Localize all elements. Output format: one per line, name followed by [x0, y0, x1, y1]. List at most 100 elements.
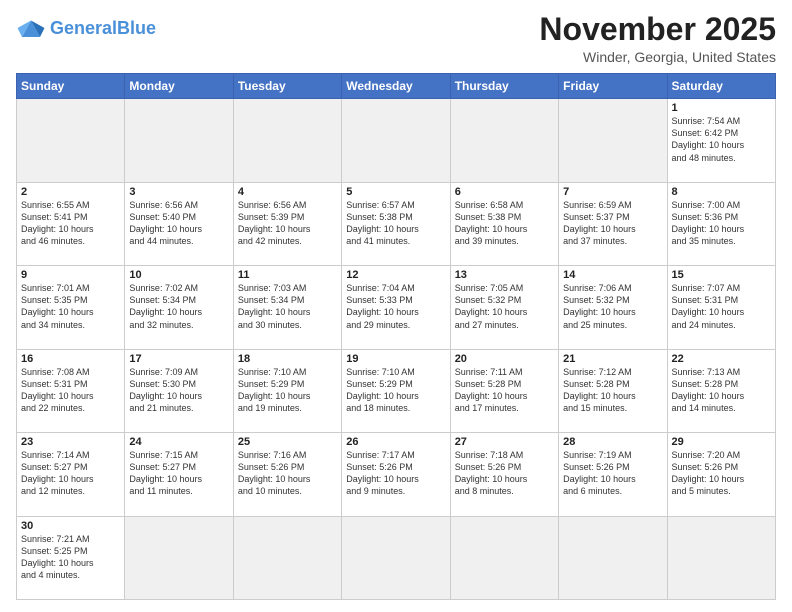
logo-blue: Blue [117, 18, 156, 38]
day-number: 11 [238, 269, 337, 281]
calendar-cell: 30Sunrise: 7:21 AM Sunset: 5:25 PM Dayli… [17, 516, 125, 599]
calendar-week-0: 1Sunrise: 7:54 AM Sunset: 6:42 PM Daylig… [17, 99, 776, 182]
day-number: 24 [129, 436, 228, 448]
day-number: 23 [21, 436, 120, 448]
calendar-cell: 14Sunrise: 7:06 AM Sunset: 5:32 PM Dayli… [559, 266, 667, 349]
day-number: 9 [21, 269, 120, 281]
weekday-header-monday: Monday [125, 74, 233, 99]
logo-general: General [50, 18, 117, 38]
day-number: 21 [563, 353, 662, 365]
day-number: 12 [346, 269, 445, 281]
day-info: Sunrise: 6:55 AM Sunset: 5:41 PM Dayligh… [21, 199, 120, 248]
calendar-cell: 19Sunrise: 7:10 AM Sunset: 5:29 PM Dayli… [342, 349, 450, 432]
calendar-cell: 16Sunrise: 7:08 AM Sunset: 5:31 PM Dayli… [17, 349, 125, 432]
day-info: Sunrise: 7:05 AM Sunset: 5:32 PM Dayligh… [455, 282, 554, 331]
calendar-cell: 1Sunrise: 7:54 AM Sunset: 6:42 PM Daylig… [667, 99, 775, 182]
day-info: Sunrise: 7:17 AM Sunset: 5:26 PM Dayligh… [346, 449, 445, 498]
calendar-body: 1Sunrise: 7:54 AM Sunset: 6:42 PM Daylig… [17, 99, 776, 600]
calendar-cell: 6Sunrise: 6:58 AM Sunset: 5:38 PM Daylig… [450, 182, 558, 265]
calendar-week-3: 16Sunrise: 7:08 AM Sunset: 5:31 PM Dayli… [17, 349, 776, 432]
day-number: 27 [455, 436, 554, 448]
calendar-cell: 7Sunrise: 6:59 AM Sunset: 5:37 PM Daylig… [559, 182, 667, 265]
calendar-cell [233, 516, 341, 599]
header: GeneralBlue November 2025 Winder, Georgi… [16, 12, 776, 65]
day-number: 5 [346, 186, 445, 198]
logo: GeneralBlue [16, 16, 156, 40]
calendar-cell: 9Sunrise: 7:01 AM Sunset: 5:35 PM Daylig… [17, 266, 125, 349]
weekday-header-thursday: Thursday [450, 74, 558, 99]
day-info: Sunrise: 7:07 AM Sunset: 5:31 PM Dayligh… [672, 282, 771, 331]
day-info: Sunrise: 7:02 AM Sunset: 5:34 PM Dayligh… [129, 282, 228, 331]
day-info: Sunrise: 7:15 AM Sunset: 5:27 PM Dayligh… [129, 449, 228, 498]
day-info: Sunrise: 7:12 AM Sunset: 5:28 PM Dayligh… [563, 366, 662, 415]
location: Winder, Georgia, United States [539, 49, 776, 65]
day-info: Sunrise: 7:19 AM Sunset: 5:26 PM Dayligh… [563, 449, 662, 498]
calendar-cell: 15Sunrise: 7:07 AM Sunset: 5:31 PM Dayli… [667, 266, 775, 349]
day-info: Sunrise: 7:14 AM Sunset: 5:27 PM Dayligh… [21, 449, 120, 498]
day-info: Sunrise: 6:58 AM Sunset: 5:38 PM Dayligh… [455, 199, 554, 248]
day-info: Sunrise: 7:00 AM Sunset: 5:36 PM Dayligh… [672, 199, 771, 248]
calendar-cell: 4Sunrise: 6:56 AM Sunset: 5:39 PM Daylig… [233, 182, 341, 265]
calendar-cell: 29Sunrise: 7:20 AM Sunset: 5:26 PM Dayli… [667, 433, 775, 516]
day-number: 29 [672, 436, 771, 448]
calendar: SundayMondayTuesdayWednesdayThursdayFrid… [16, 73, 776, 600]
calendar-cell [342, 516, 450, 599]
calendar-cell: 17Sunrise: 7:09 AM Sunset: 5:30 PM Dayli… [125, 349, 233, 432]
calendar-cell: 28Sunrise: 7:19 AM Sunset: 5:26 PM Dayli… [559, 433, 667, 516]
calendar-cell: 11Sunrise: 7:03 AM Sunset: 5:34 PM Dayli… [233, 266, 341, 349]
calendar-cell: 21Sunrise: 7:12 AM Sunset: 5:28 PM Dayli… [559, 349, 667, 432]
day-number: 1 [672, 102, 771, 114]
calendar-cell: 25Sunrise: 7:16 AM Sunset: 5:26 PM Dayli… [233, 433, 341, 516]
calendar-cell [667, 516, 775, 599]
day-info: Sunrise: 6:59 AM Sunset: 5:37 PM Dayligh… [563, 199, 662, 248]
calendar-cell: 5Sunrise: 6:57 AM Sunset: 5:38 PM Daylig… [342, 182, 450, 265]
day-info: Sunrise: 7:20 AM Sunset: 5:26 PM Dayligh… [672, 449, 771, 498]
day-info: Sunrise: 7:13 AM Sunset: 5:28 PM Dayligh… [672, 366, 771, 415]
day-info: Sunrise: 6:57 AM Sunset: 5:38 PM Dayligh… [346, 199, 445, 248]
calendar-cell: 20Sunrise: 7:11 AM Sunset: 5:28 PM Dayli… [450, 349, 558, 432]
weekday-header-friday: Friday [559, 74, 667, 99]
calendar-cell: 8Sunrise: 7:00 AM Sunset: 5:36 PM Daylig… [667, 182, 775, 265]
calendar-cell [233, 99, 341, 182]
day-info: Sunrise: 7:54 AM Sunset: 6:42 PM Dayligh… [672, 115, 771, 164]
weekday-header-wednesday: Wednesday [342, 74, 450, 99]
day-info: Sunrise: 7:08 AM Sunset: 5:31 PM Dayligh… [21, 366, 120, 415]
calendar-cell: 18Sunrise: 7:10 AM Sunset: 5:29 PM Dayli… [233, 349, 341, 432]
day-number: 7 [563, 186, 662, 198]
weekday-header-tuesday: Tuesday [233, 74, 341, 99]
calendar-cell [125, 516, 233, 599]
calendar-cell [559, 99, 667, 182]
calendar-cell [125, 99, 233, 182]
calendar-week-4: 23Sunrise: 7:14 AM Sunset: 5:27 PM Dayli… [17, 433, 776, 516]
day-number: 16 [21, 353, 120, 365]
day-info: Sunrise: 6:56 AM Sunset: 5:39 PM Dayligh… [238, 199, 337, 248]
day-number: 18 [238, 353, 337, 365]
day-info: Sunrise: 7:10 AM Sunset: 5:29 PM Dayligh… [346, 366, 445, 415]
day-number: 30 [21, 520, 120, 532]
day-info: Sunrise: 7:09 AM Sunset: 5:30 PM Dayligh… [129, 366, 228, 415]
day-number: 10 [129, 269, 228, 281]
day-number: 2 [21, 186, 120, 198]
calendar-cell [342, 99, 450, 182]
calendar-cell [450, 99, 558, 182]
calendar-cell: 3Sunrise: 6:56 AM Sunset: 5:40 PM Daylig… [125, 182, 233, 265]
weekday-header-saturday: Saturday [667, 74, 775, 99]
day-number: 14 [563, 269, 662, 281]
day-info: Sunrise: 7:03 AM Sunset: 5:34 PM Dayligh… [238, 282, 337, 331]
calendar-week-1: 2Sunrise: 6:55 AM Sunset: 5:41 PM Daylig… [17, 182, 776, 265]
calendar-cell: 10Sunrise: 7:02 AM Sunset: 5:34 PM Dayli… [125, 266, 233, 349]
calendar-cell: 13Sunrise: 7:05 AM Sunset: 5:32 PM Dayli… [450, 266, 558, 349]
day-info: Sunrise: 6:56 AM Sunset: 5:40 PM Dayligh… [129, 199, 228, 248]
calendar-cell [450, 516, 558, 599]
day-info: Sunrise: 7:01 AM Sunset: 5:35 PM Dayligh… [21, 282, 120, 331]
day-number: 22 [672, 353, 771, 365]
day-number: 6 [455, 186, 554, 198]
day-number: 25 [238, 436, 337, 448]
day-number: 4 [238, 186, 337, 198]
calendar-week-5: 30Sunrise: 7:21 AM Sunset: 5:25 PM Dayli… [17, 516, 776, 599]
day-info: Sunrise: 7:21 AM Sunset: 5:25 PM Dayligh… [21, 533, 120, 582]
calendar-cell [17, 99, 125, 182]
calendar-cell: 26Sunrise: 7:17 AM Sunset: 5:26 PM Dayli… [342, 433, 450, 516]
month-title: November 2025 [539, 12, 776, 47]
day-info: Sunrise: 7:04 AM Sunset: 5:33 PM Dayligh… [346, 282, 445, 331]
